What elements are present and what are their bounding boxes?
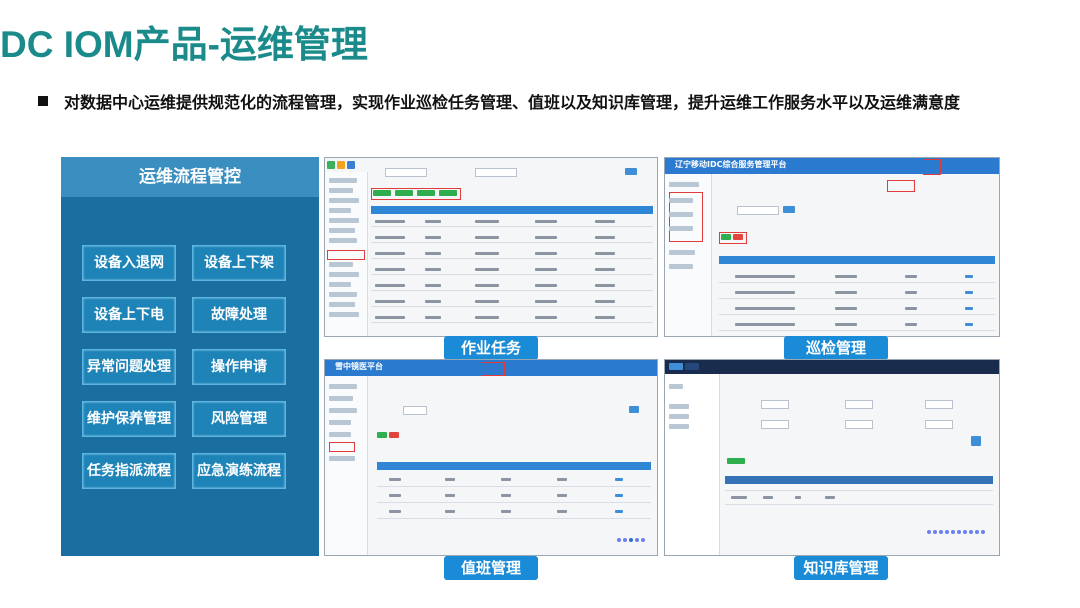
filter-input[interactable]	[385, 168, 427, 177]
bullet-marker	[38, 96, 48, 106]
filter-input[interactable]	[925, 400, 953, 409]
table-header	[371, 206, 653, 214]
app-icon	[327, 161, 335, 169]
plan-input[interactable]	[737, 206, 779, 215]
btn-exception[interactable]: 异常问题处理	[82, 349, 176, 385]
bullet-text: 对数据中心运维提供规范化的流程管理，实现作业巡检任务管理、值班以及知识库管理，提…	[64, 93, 961, 112]
screenshot-duty: 雪中镜医平台	[324, 359, 658, 556]
search-button[interactable]	[625, 168, 637, 175]
sidebar	[325, 172, 368, 336]
action-button[interactable]	[439, 190, 457, 196]
action-button[interactable]	[417, 190, 435, 196]
screenshot-inspection: 辽宁移动IDC综合服务管理平台	[664, 157, 1000, 337]
filter-input[interactable]	[845, 400, 873, 409]
filter-input[interactable]	[761, 420, 789, 429]
sidebar	[325, 376, 368, 555]
filter-input[interactable]	[845, 420, 873, 429]
add-button[interactable]	[727, 458, 745, 464]
search-button[interactable]	[783, 206, 795, 213]
search-button[interactable]	[971, 436, 981, 446]
sidebar	[665, 374, 720, 555]
btn-maintenance[interactable]: 维护保养管理	[82, 401, 176, 437]
search-button[interactable]	[629, 406, 639, 413]
table-header	[719, 256, 995, 264]
filter-input[interactable]	[925, 420, 953, 429]
add-button[interactable]	[377, 432, 387, 438]
duty-type-select[interactable]	[403, 406, 427, 415]
btn-device-network[interactable]: 设备入退网	[82, 245, 176, 281]
page-title: DC IOM产品-运维管理	[0, 24, 368, 65]
btn-device-power[interactable]: 设备上下电	[82, 297, 176, 333]
caption-duty: 值班管理	[444, 556, 538, 580]
nav-tab[interactable]	[685, 363, 699, 370]
panel-title: 运维流程管控	[61, 157, 319, 197]
filter-input[interactable]	[761, 400, 789, 409]
btn-operation-request[interactable]: 操作申请	[192, 349, 286, 385]
delete-button[interactable]	[389, 432, 399, 438]
nav-tab[interactable]	[669, 363, 683, 370]
process-control-panel: 运维流程管控 设备入退网 设备上下架 设备上下电 故障处理 异常问题处理 操作申…	[61, 157, 319, 556]
caption-work-task: 作业任务	[444, 336, 538, 360]
action-button[interactable]	[395, 190, 413, 196]
action-button[interactable]	[373, 190, 391, 196]
btn-emergency-drill[interactable]: 应急演练流程	[192, 453, 286, 489]
screenshot-knowledge	[664, 359, 1000, 556]
brand-name: 雪中镜医平台	[335, 362, 383, 371]
filter-input[interactable]	[475, 168, 517, 177]
caption-inspection: 巡检管理	[784, 336, 888, 360]
btn-risk[interactable]: 风险管理	[192, 401, 286, 437]
table-header	[725, 476, 993, 484]
app-icon	[337, 161, 345, 169]
app-icon	[347, 161, 355, 169]
btn-device-rack[interactable]: 设备上下架	[192, 245, 286, 281]
brand-name: 辽宁移动IDC综合服务管理平台	[675, 160, 787, 169]
btn-task-assign[interactable]: 任务指派流程	[82, 453, 176, 489]
table-header	[377, 462, 651, 470]
btn-fault-handling[interactable]: 故障处理	[192, 297, 286, 333]
sidebar	[665, 174, 712, 336]
caption-knowledge: 知识库管理	[794, 556, 888, 580]
top-nav	[665, 360, 999, 374]
top-nav: 辽宁移动IDC综合服务管理平台	[665, 158, 999, 174]
screenshot-work-task	[324, 157, 658, 337]
